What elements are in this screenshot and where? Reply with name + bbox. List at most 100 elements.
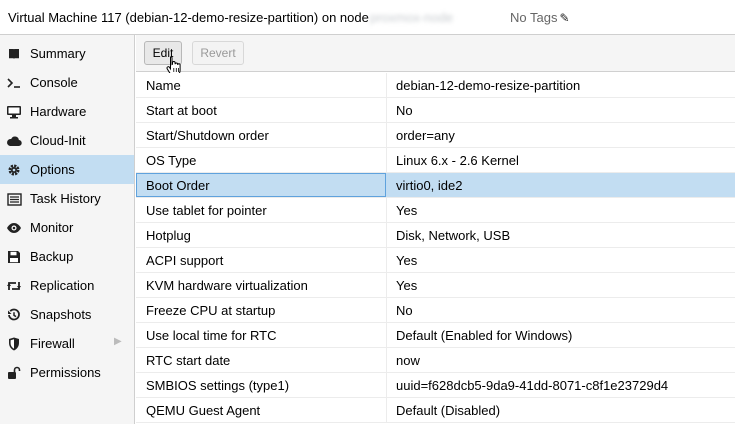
option-value: Yes (396, 278, 418, 293)
column-divider (386, 248, 387, 272)
option-key: QEMU Guest Agent (146, 403, 261, 418)
column-divider (386, 323, 387, 347)
sidebar-item-backup[interactable]: Backup (0, 242, 134, 271)
option-value: Disk, Network, USB (396, 228, 511, 243)
options-row[interactable]: KVM hardware virtualization Yes (136, 273, 735, 298)
sidebar: Summary Console Hardware Cloud-Init Opti… (0, 35, 135, 424)
sidebar-item-label: Cloud-Init (30, 133, 86, 148)
column-divider (386, 298, 387, 322)
sidebar-item-replication[interactable]: Replication (0, 271, 134, 300)
retweet-icon (6, 278, 22, 294)
sidebar-item-label: Permissions (30, 365, 101, 380)
sidebar-item-label: Snapshots (30, 307, 92, 322)
sidebar-item-label: Task History (30, 191, 101, 206)
sidebar-item-task-history[interactable]: Task History (0, 184, 134, 213)
sidebar-item-label: Replication (30, 278, 95, 293)
option-value: Default (Disabled) (396, 403, 501, 418)
terminal-icon (6, 75, 22, 91)
option-key: KVM hardware virtualization (146, 278, 308, 293)
options-row[interactable]: Use tablet for pointer Yes (136, 198, 735, 223)
page-title: Virtual Machine 117 (debian-12-demo-resi… (8, 10, 369, 25)
history-icon (6, 307, 22, 323)
sidebar-item-options[interactable]: Options (0, 155, 134, 184)
sidebar-item-label: Console (30, 75, 78, 90)
tags-editor[interactable]: No Tags ✎ (510, 10, 570, 25)
sidebar-item-console[interactable]: Console (0, 68, 134, 97)
option-key: Name (146, 78, 181, 93)
column-divider (386, 198, 387, 222)
sidebar-item-label: Summary (30, 46, 86, 61)
options-row[interactable]: ACPI support Yes (136, 248, 735, 273)
option-value: debian-12-demo-resize-partition (396, 78, 581, 93)
options-row[interactable]: Hotplug Disk, Network, USB (136, 223, 735, 248)
column-divider (386, 398, 387, 422)
sidebar-item-cloud-init[interactable]: Cloud-Init (0, 126, 134, 155)
list-icon (6, 191, 22, 207)
node-name: proxmox-node (370, 10, 454, 25)
options-row[interactable]: Name debian-12-demo-resize-partition (136, 73, 735, 98)
sidebar-item-summary[interactable]: Summary (0, 39, 134, 68)
chevron-right-icon[interactable]: ▶ (114, 336, 122, 347)
option-value: Linux 6.x - 2.6 Kernel (396, 153, 519, 168)
option-value: No (396, 303, 413, 318)
column-divider (386, 273, 387, 297)
option-key: Use local time for RTC (146, 328, 277, 343)
sidebar-item-hardware[interactable]: Hardware (0, 97, 134, 126)
option-key: ACPI support (146, 253, 224, 268)
pencil-icon[interactable]: ✎ (559, 11, 569, 25)
option-key: Boot Order (146, 178, 210, 193)
options-row[interactable]: QEMU Guest Agent Default (Disabled) (136, 398, 735, 423)
column-divider (386, 223, 387, 247)
revert-button[interactable]: Revert (192, 41, 244, 65)
options-row[interactable]: Start/Shutdown order order=any (136, 123, 735, 148)
eye-icon (6, 220, 22, 236)
option-key: RTC start date (146, 353, 231, 368)
option-key: SMBIOS settings (type1) (146, 378, 290, 393)
sidebar-item-permissions[interactable]: Permissions (0, 358, 134, 387)
option-value: Yes (396, 253, 418, 268)
option-key: Freeze CPU at startup (146, 303, 276, 318)
option-key: Start at boot (146, 103, 217, 118)
option-value: Yes (396, 203, 418, 218)
option-value: uuid=f628dcb5-9da9-41dd-8071-c8f1e23729d… (396, 378, 669, 393)
sidebar-item-monitor[interactable]: Monitor (0, 213, 134, 242)
options-row[interactable]: Freeze CPU at startup No (136, 298, 735, 323)
column-divider (386, 98, 387, 122)
gear-icon (6, 162, 22, 178)
sidebar-item-label: Firewall (30, 336, 75, 351)
option-value: now (396, 353, 420, 368)
option-value: Default (Enabled for Windows) (396, 328, 573, 343)
column-divider (386, 348, 387, 372)
options-row[interactable]: RTC start date now (136, 348, 735, 373)
title-bar: Virtual Machine 117 (debian-12-demo-resi… (0, 0, 735, 35)
option-value: No (396, 103, 413, 118)
option-value: virtio0, ide2 (396, 178, 463, 193)
column-divider (386, 148, 387, 172)
option-value: order=any (396, 128, 455, 143)
options-toolbar: Edit Revert (136, 35, 735, 72)
sidebar-item-firewall[interactable]: Firewall ▶ (0, 329, 134, 358)
sidebar-item-label: Hardware (30, 104, 87, 119)
cloud-icon (6, 133, 22, 149)
sidebar-item-label: Options (30, 162, 75, 177)
options-row[interactable]: Start at boot No (136, 98, 735, 123)
unlock-icon (6, 365, 22, 381)
option-key: OS Type (146, 153, 197, 168)
sidebar-item-snapshots[interactable]: Snapshots (0, 300, 134, 329)
options-row[interactable]: OS Type Linux 6.x - 2.6 Kernel (136, 148, 735, 173)
sidebar-item-label: Monitor (30, 220, 74, 235)
book-icon (6, 46, 22, 62)
desktop-icon (6, 104, 22, 120)
column-divider (386, 73, 387, 97)
option-key: Hotplug (146, 228, 191, 243)
floppy-icon (6, 249, 22, 265)
tags-label: No Tags (510, 10, 558, 25)
column-divider (386, 123, 387, 147)
options-row[interactable]: Use local time for RTC Default (Enabled … (136, 323, 735, 348)
options-row-selected[interactable]: Boot Order virtio0, ide2 (136, 173, 735, 198)
shield-icon (6, 336, 22, 352)
sidebar-item-label: Backup (30, 249, 74, 264)
column-divider (386, 373, 387, 397)
option-key: Start/Shutdown order (146, 128, 269, 143)
options-row[interactable]: SMBIOS settings (type1) uuid=f628dcb5-9d… (136, 373, 735, 398)
